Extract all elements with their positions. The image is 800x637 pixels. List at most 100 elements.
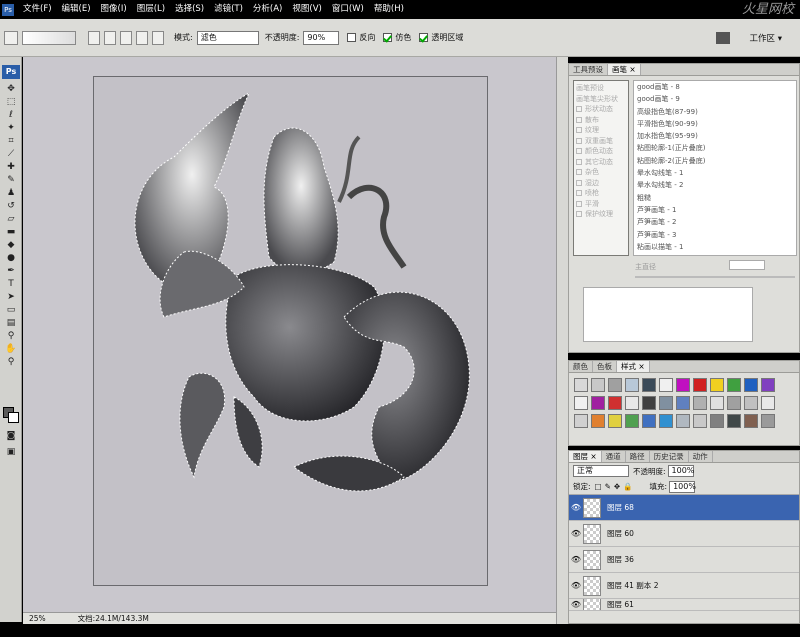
visibility-eye-icon[interactable]: 👁 — [569, 581, 583, 590]
screen-mode-icon[interactable]: ▣ — [4, 446, 18, 458]
style-swatch[interactable] — [710, 378, 724, 392]
tab-swatches[interactable]: 色板 — [593, 361, 617, 372]
tool-preset-button[interactable] — [4, 30, 18, 45]
style-swatch[interactable] — [574, 378, 588, 392]
menu-help[interactable]: 帮助(H) — [369, 0, 409, 19]
document-canvas[interactable] — [93, 76, 488, 586]
style-swatch[interactable] — [608, 378, 622, 392]
doc-size[interactable]: 文档:24.1M/143.3M — [72, 613, 155, 624]
style-swatch[interactable] — [744, 378, 758, 392]
brush-setting-item[interactable]: 双重画笔 — [576, 136, 626, 147]
blur-tool-icon[interactable]: ◆ — [4, 239, 18, 251]
opacity-input[interactable]: 90% — [303, 30, 340, 45]
style-swatch[interactable] — [693, 414, 707, 428]
type-tool-icon[interactable]: T — [4, 278, 18, 290]
magic-wand-icon[interactable]: ✦ — [4, 122, 18, 134]
menu-select[interactable]: 选择(S) — [170, 0, 209, 19]
checkbox[interactable] — [576, 148, 582, 155]
palette-well-icon[interactable] — [715, 31, 730, 44]
brush-preset-item[interactable]: good画笔 - 8 — [634, 81, 796, 93]
brush-preset-item[interactable]: 粘画以描笔 - 1 — [634, 241, 796, 253]
visibility-eye-icon[interactable]: 👁 — [569, 529, 583, 538]
brush-setting-item[interactable]: 画笔预设 — [576, 83, 626, 94]
style-swatch[interactable] — [625, 396, 639, 410]
style-swatch[interactable] — [693, 396, 707, 410]
tab-styles[interactable]: 样式 × — [617, 361, 650, 372]
style-swatch[interactable] — [693, 378, 707, 392]
brush-setting-item[interactable]: 形状动态 — [576, 104, 626, 115]
mode-select[interactable]: 滤色 — [196, 30, 259, 45]
style-swatch[interactable] — [727, 378, 741, 392]
checkbox[interactable] — [576, 200, 582, 207]
notes-tool-icon[interactable]: ▤ — [4, 317, 18, 329]
checkbox[interactable] — [576, 127, 582, 134]
style-swatch[interactable] — [574, 396, 588, 410]
gradient-tool-icon[interactable]: ▬ — [4, 226, 18, 238]
diamond-gradient-button[interactable] — [152, 30, 164, 45]
brush-preset-item[interactable]: 晕水勾线笔 - 1 — [634, 167, 796, 179]
brush-tool-icon[interactable]: ✎ — [4, 174, 18, 186]
visibility-eye-icon[interactable]: 👁 — [569, 600, 583, 609]
style-swatch[interactable] — [642, 396, 656, 410]
linear-gradient-button[interactable] — [88, 30, 100, 45]
hand-tool-icon[interactable]: ✋ — [4, 343, 18, 355]
layer-row[interactable]: 👁 图层 36 — [569, 547, 799, 573]
menu-window[interactable]: 窗口(W) — [327, 0, 369, 19]
style-swatch[interactable] — [727, 396, 741, 410]
brush-setting-item[interactable]: 湿边 — [576, 178, 626, 189]
dither-checkbox[interactable] — [383, 33, 393, 42]
brush-preset-item[interactable]: good画笔 - 9 — [634, 93, 796, 105]
slice-tool-icon[interactable]: ⟋ — [4, 148, 18, 160]
brush-setting-item[interactable]: 保护纹理 — [576, 209, 626, 220]
style-swatch[interactable] — [710, 414, 724, 428]
crop-tool-icon[interactable]: ⌗ — [4, 135, 18, 147]
tab-tool-presets[interactable]: 工具预设 — [569, 64, 608, 75]
gradient-picker[interactable] — [22, 30, 76, 45]
path-select-icon[interactable]: ➤ — [4, 291, 18, 303]
brush-preset-item[interactable]: 平滑指色笔(90-99) — [634, 118, 796, 130]
layer-row[interactable]: 👁 图层 41 副本 2 — [569, 573, 799, 599]
history-brush-icon[interactable]: ↺ — [4, 200, 18, 212]
style-swatch[interactable] — [591, 396, 605, 410]
style-swatch[interactable] — [625, 378, 639, 392]
brush-preset-item[interactable]: 粘图轮廓-1(正片叠底) — [634, 142, 796, 154]
layer-row[interactable]: 👁 图层 68 — [569, 495, 799, 521]
brush-preset-item[interactable]: 粘图轮廓-2(正片叠底) — [634, 155, 796, 167]
tab-channels[interactable]: 通道 — [602, 451, 626, 462]
move-tool-icon[interactable]: ✥ — [4, 83, 18, 95]
style-swatch[interactable] — [761, 396, 775, 410]
visibility-eye-icon[interactable]: 👁 — [569, 503, 583, 512]
style-swatch[interactable] — [642, 378, 656, 392]
style-swatch[interactable] — [744, 414, 758, 428]
checkbox[interactable] — [576, 179, 582, 186]
brush-setting-item[interactable]: 颜色动态 — [576, 146, 626, 157]
tab-history[interactable]: 历史记录 — [650, 451, 689, 462]
style-swatch[interactable] — [591, 378, 605, 392]
style-swatch[interactable] — [676, 414, 690, 428]
zoom-tool-icon[interactable]: ⚲ — [4, 356, 18, 368]
checkbox[interactable] — [576, 158, 582, 165]
style-swatch[interactable] — [659, 396, 673, 410]
reflected-gradient-button[interactable] — [136, 30, 148, 45]
eyedropper-icon[interactable]: ⚲ — [4, 330, 18, 342]
tab-actions[interactable]: 动作 — [689, 451, 713, 462]
layer-row[interactable]: 👁 图层 60 — [569, 521, 799, 547]
style-swatch[interactable] — [744, 396, 758, 410]
style-swatch[interactable] — [574, 414, 588, 428]
style-swatch[interactable] — [642, 414, 656, 428]
checkbox[interactable] — [576, 116, 582, 123]
background-color-swatch[interactable] — [8, 412, 19, 423]
dodge-tool-icon[interactable]: ● — [4, 252, 18, 264]
shape-tool-icon[interactable]: ▭ — [4, 304, 18, 316]
brush-preset-item[interactable]: 粗糙 — [634, 192, 796, 204]
clone-stamp-icon[interactable]: ♟ — [4, 187, 18, 199]
blend-mode-select[interactable]: 正常 — [573, 465, 629, 477]
fill-input[interactable]: 100% — [669, 480, 696, 493]
style-swatch[interactable] — [761, 414, 775, 428]
brush-setting-item[interactable]: 杂色 — [576, 167, 626, 178]
brush-preset-item[interactable]: 晕水勾线笔 - 2 — [634, 179, 796, 191]
style-swatch[interactable] — [659, 378, 673, 392]
brush-preset-item[interactable]: 芦笋画笔 - 1 — [634, 204, 796, 216]
panel-dock[interactable] — [556, 57, 568, 624]
menu-view[interactable]: 视图(V) — [287, 0, 326, 19]
